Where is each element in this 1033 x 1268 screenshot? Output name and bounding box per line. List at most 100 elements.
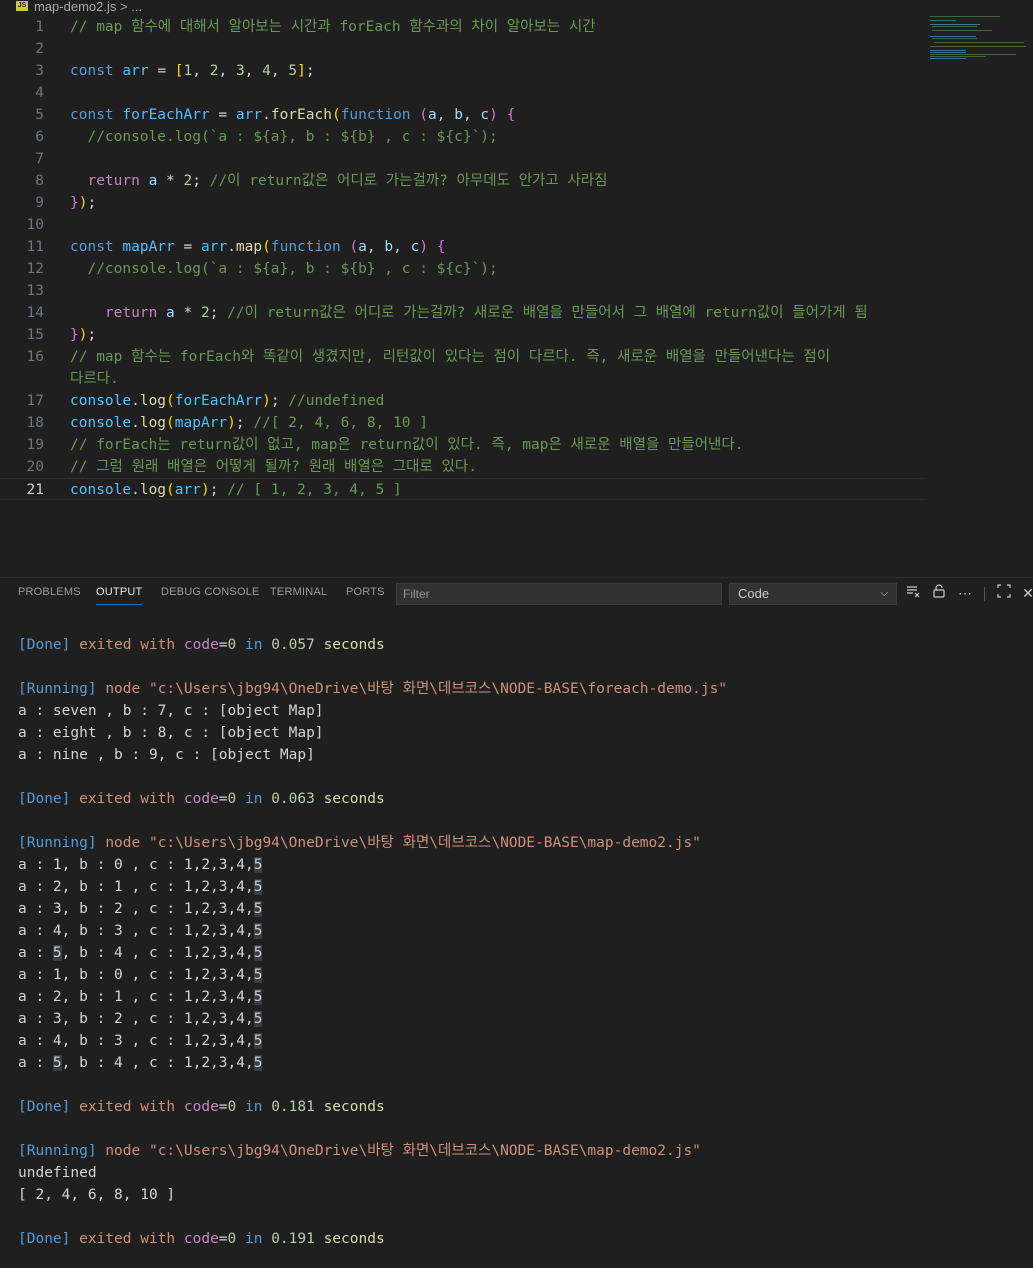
line-number: 9 (35, 195, 44, 211)
code-token: //[ 2, 4, 6, 8, 10 ] (253, 415, 428, 431)
output-line: [Running] node "c:\Users\jbg94\OneDrive\… (18, 832, 701, 854)
line-number: 3 (35, 63, 44, 79)
code-token: //이 return값은 어디로 가는걸까? 새로운 배열을 만들어서 그 배열… (227, 305, 868, 321)
line-number: 1 (35, 19, 44, 35)
code-line[interactable]: 8 return a * 2; //이 return값은 어디로 가는걸까? 아… (0, 170, 925, 192)
code-token: function (270, 239, 350, 255)
output-token: exited with (79, 1099, 184, 1115)
code-line[interactable]: 10 (0, 214, 925, 236)
code-token: , (244, 63, 263, 79)
code-line[interactable]: 5 const forEachArr = arr.forEach(function… (0, 104, 925, 126)
code-token: c (410, 239, 420, 255)
output-line: a : 5, b : 4 , c : 1,2,3,4,5 (18, 1052, 263, 1074)
code-line[interactable]: 18 console.log(mapArr); //[ 2, 4, 6, 8, 1… (0, 412, 925, 434)
output-token: 0.191 (271, 1231, 315, 1247)
code-token: arr (200, 239, 228, 255)
output-token: a : (18, 1055, 53, 1071)
output-token: in (236, 637, 272, 653)
code-token: } (70, 195, 79, 211)
code-text: // 그럼 원래 배열은 어떻게 될까? 원래 배열은 그대로 있다. (70, 456, 477, 478)
code-token: , (366, 239, 385, 255)
code-line[interactable]: 17 console.log(forEachArr); //undefined (0, 390, 925, 412)
output-channel-select[interactable]: Code ⌵ (729, 583, 897, 605)
output-token: [Done] (18, 637, 80, 653)
output-token: = (218, 637, 228, 653)
code-line[interactable]: 다르다. (0, 368, 925, 390)
code-token: = (148, 63, 175, 79)
output-token: 5 (253, 989, 263, 1005)
code-token: { (506, 107, 516, 123)
code-token: arr (122, 63, 149, 79)
code-line[interactable]: 15}); (0, 324, 925, 346)
minimap[interactable] (930, 14, 1030, 64)
code-line[interactable]: 16 // map 함수는 forEach와 똑같이 생겼지만, 리턴값이 있다는… (0, 346, 925, 368)
output-line: [ 2, 4, 6, 8, 10 ] (18, 1184, 175, 1206)
code-token: . (131, 415, 140, 431)
code-token: // map 함수에 대해서 알아보는 시간과 forEach 함수과의 차이 … (70, 19, 596, 35)
output-token: seconds (314, 637, 385, 653)
code-line[interactable]: 2 (0, 38, 925, 60)
filter-input[interactable]: Filter (396, 583, 722, 605)
output-panel[interactable]: [Done] exited with code=0 in 0.057 secon… (0, 612, 1033, 1268)
code-token: //undefined (288, 393, 385, 409)
code-token: console (70, 415, 132, 431)
output-token: 5 (253, 945, 263, 961)
output-token: = (218, 1099, 228, 1115)
output-token: node (105, 1143, 149, 1159)
tab-terminal[interactable]: TERMINAL (270, 586, 327, 598)
output-token: 5 (52, 945, 62, 961)
code-line[interactable]: 20 // 그럼 원래 배열은 어떻게 될까? 원래 배열은 그대로 있다. (0, 456, 925, 478)
output-token: code (183, 637, 219, 653)
code-text: //console.log(`a : ${a}, b : ${b} , c : … (70, 258, 497, 280)
tab-debug-console[interactable]: DEBUG CONSOLE (161, 586, 260, 598)
output-line: a : seven , b : 7, c : [object Map] (18, 700, 324, 722)
code-line[interactable]: 4 (0, 82, 925, 104)
output-line: a : 2, b : 1 , c : 1,2,3,4,5 (18, 876, 263, 898)
code-line[interactable]: 7 (0, 148, 925, 170)
line-number: 21 (26, 482, 44, 498)
code-line[interactable]: 6 //console.log(`a : ${a}, b : ${b} , c … (0, 126, 925, 148)
output-token: a : eight , b : 8, c : [object Map] (18, 725, 324, 741)
code-token: // 그럼 원래 배열은 어떻게 될까? 원래 배열은 그대로 있다. (70, 459, 477, 475)
code-token: ; (235, 415, 254, 431)
clear-output-icon[interactable] (903, 583, 923, 603)
code-token: forEachArr (122, 107, 210, 123)
output-token: [Done] (18, 1231, 80, 1247)
lock-icon[interactable] (929, 583, 949, 603)
code-line[interactable]: 3 const arr = [1, 2, 3, 4, 5]; (0, 60, 925, 82)
tab-output[interactable]: OUTPUT (96, 586, 143, 605)
code-token: [ (174, 63, 184, 79)
more-icon[interactable]: ⋯ (955, 583, 975, 603)
line-number: 7 (35, 151, 44, 167)
code-line[interactable]: 19 // forEach는 return값이 없고, map은 return값이… (0, 434, 925, 456)
close-icon[interactable]: ✕ (1018, 583, 1033, 603)
code-text: const forEachArr = arr.forEach(function … (70, 104, 515, 126)
code-line[interactable]: 14 return a * 2; //이 return값은 어디로 가는걸까? … (0, 302, 925, 324)
code-line[interactable]: 13 (0, 280, 925, 302)
code-token: const (70, 107, 123, 123)
line-number: 4 (35, 85, 44, 101)
code-line[interactable]: 21 console.log(arr); // [ 1, 2, 3, 4, 5 ] (0, 478, 925, 500)
code-text: console.log(forEachArr); //undefined (70, 390, 384, 412)
code-line[interactable]: 12 //console.log(`a : ${a}, b : ${b} , c… (0, 258, 925, 280)
tab-ports[interactable]: PORTS (346, 586, 385, 598)
code-token: 3 (235, 63, 245, 79)
code-line[interactable]: 11 const mapArr = arr.map(function (a, b,… (0, 236, 925, 258)
line-number: 10 (26, 217, 44, 233)
code-token: * (157, 173, 184, 189)
code-token: console (70, 393, 132, 409)
line-number: 2 (35, 41, 44, 57)
tab-problems[interactable]: PROBLEMS (18, 586, 81, 598)
breadcrumb-rest[interactable]: ... (131, 0, 142, 14)
output-token: , b : 4 , c : 1,2,3,4, (61, 1055, 254, 1071)
code-editor[interactable]: 1 // map 함수에 대해서 알아보는 시간과 forEach 함수과의 차이… (0, 16, 1033, 556)
code-line[interactable]: 9}); (0, 192, 925, 214)
code-text: return a * 2; //이 return값은 어디로 가는걸까? 아무데… (70, 170, 607, 192)
maximize-icon[interactable] (994, 583, 1014, 603)
code-token: return (104, 305, 167, 321)
code-line[interactable]: 1 // map 함수에 대해서 알아보는 시간과 forEach 함수과의 차이… (0, 16, 925, 38)
breadcrumb-file[interactable]: map-demo2.js (34, 0, 116, 14)
output-line: a : 1, b : 0 , c : 1,2,3,4,5 (18, 854, 263, 876)
code-token: { (436, 239, 446, 255)
